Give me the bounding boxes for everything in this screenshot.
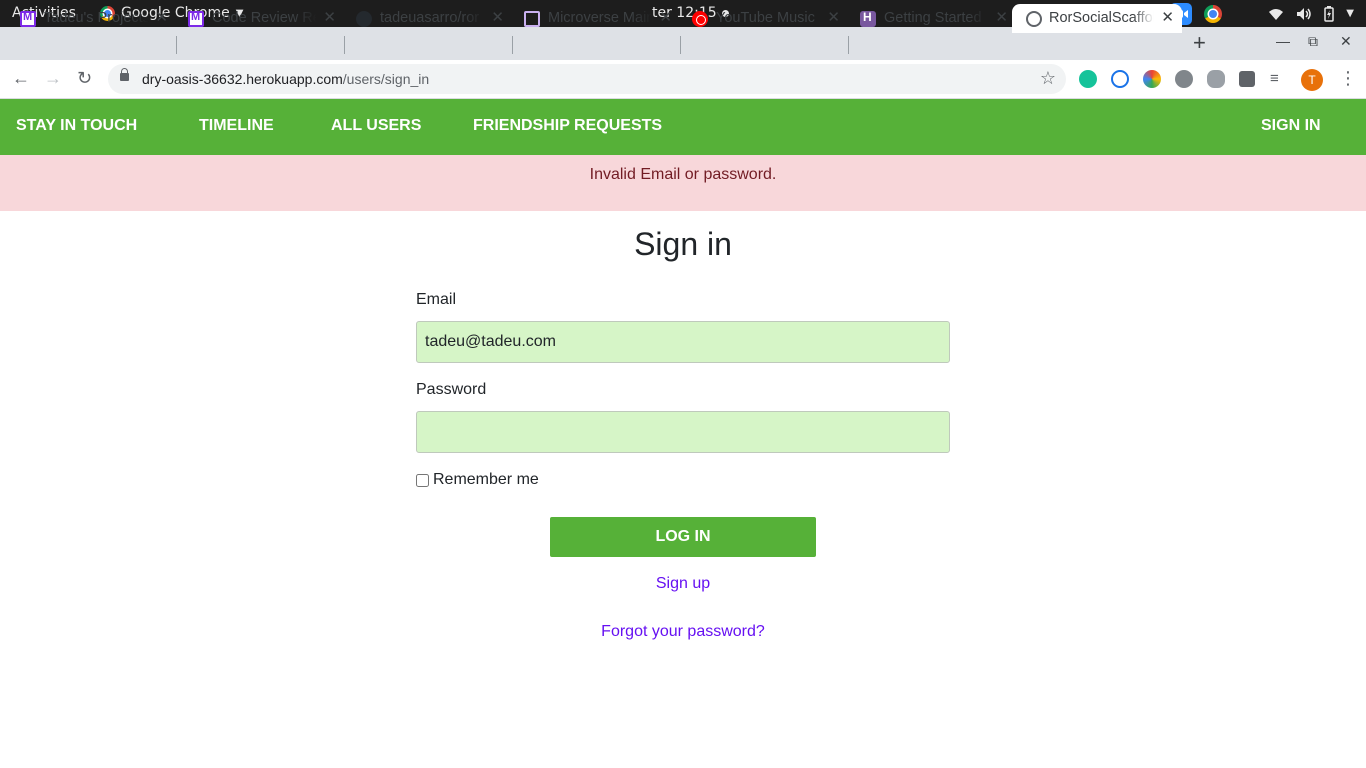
log-in-button[interactable]: LOG IN: [550, 517, 816, 557]
chrome-menu-icon[interactable]: ⋮: [1339, 68, 1357, 89]
tab-github[interactable]: tadeuasarro/ror ✕: [336, 4, 512, 33]
tab-getting-started[interactable]: Getting Started ✕: [840, 4, 1016, 33]
password-label: Password: [416, 381, 487, 398]
tab-title: Tadeu's Projects: [44, 10, 149, 26]
bookmark-star-icon[interactable]: ☆: [1040, 68, 1056, 89]
window-close-icon[interactable]: ✕: [1340, 33, 1352, 50]
browser-toolbar: ← → ↻ dry-oasis-36632.herokuapp.com/user…: [0, 60, 1366, 99]
tab-separator: [512, 36, 513, 54]
tab-title: tadeuasarro/ror: [380, 10, 480, 26]
tab-title: Getting Started: [884, 10, 982, 26]
close-icon[interactable]: ✕: [995, 8, 1008, 26]
power-menu-chevron-icon[interactable]: ▼: [1346, 8, 1354, 19]
url-text[interactable]: dry-oasis-36632.herokuapp.com/users/sign…: [142, 71, 429, 87]
url-host: dry-oasis-36632.herokuapp.com: [142, 71, 343, 87]
color-picker-icon[interactable]: [1143, 70, 1161, 88]
password-field[interactable]: [416, 411, 950, 453]
volume-icon[interactable]: [1296, 7, 1312, 21]
settings-extension-icon[interactable]: [1175, 70, 1193, 88]
close-icon[interactable]: ✕: [827, 8, 840, 26]
brand-link[interactable]: STAY IN TOUCH: [16, 117, 137, 135]
tab-separator: [344, 36, 345, 54]
heroku-icon: [860, 10, 876, 27]
nav-friendship-requests[interactable]: FRIENDSHIP REQUESTS: [473, 117, 662, 135]
extensions-puzzle-icon[interactable]: [1239, 71, 1255, 87]
chrome-tray-icon[interactable]: [1204, 4, 1223, 23]
remember-me-label[interactable]: Remember me: [433, 471, 539, 489]
lock-icon[interactable]: [120, 68, 129, 81]
tab-separator: [680, 36, 681, 54]
email-label: Email: [416, 291, 457, 308]
tab-title: YouTube Music: [716, 10, 815, 26]
wifi-icon[interactable]: [1268, 7, 1284, 21]
remember-me-row: Remember me: [416, 471, 539, 489]
nav-all-users[interactable]: ALL USERS: [331, 117, 421, 135]
tab-youtube-music[interactable]: YouTube Music ✕: [672, 4, 848, 33]
grammarly-icon[interactable]: [1079, 70, 1097, 88]
extension-c-icon[interactable]: [1111, 70, 1129, 88]
microverse-icon: [20, 11, 36, 27]
media-queue-icon[interactable]: ≡: [1270, 70, 1279, 87]
profile-avatar[interactable]: T: [1301, 69, 1323, 91]
close-icon[interactable]: ✕: [1161, 8, 1174, 26]
tab-ror-social-scaffold[interactable]: RorSocialScaffold ✕: [1012, 4, 1182, 33]
forward-arrow-icon[interactable]: →: [44, 68, 62, 89]
tab-title: Code Review Request: [212, 10, 317, 26]
url-path: /users/sign_in: [342, 71, 430, 87]
email-field[interactable]: [416, 321, 950, 363]
tab-title: Microverse Main: [548, 10, 653, 26]
nav-timeline[interactable]: TIMELINE: [199, 117, 274, 135]
nav-sign-in[interactable]: SIGN IN: [1261, 117, 1321, 135]
sign-up-link[interactable]: Sign up: [0, 575, 1366, 593]
address-bar[interactable]: dry-oasis-36632.herokuapp.com/users/sign…: [108, 64, 1066, 94]
microverse-icon: [188, 11, 204, 27]
close-icon[interactable]: ✕: [659, 8, 672, 26]
restore-icon[interactable]: ⧉: [1308, 33, 1318, 50]
back-arrow-icon[interactable]: ←: [12, 68, 30, 89]
microverse-icon: [524, 11, 540, 27]
tab-separator: [176, 36, 177, 54]
tab-code-review[interactable]: Code Review Request ✕: [168, 4, 344, 33]
bug-icon[interactable]: [1207, 70, 1225, 88]
close-icon[interactable]: ✕: [323, 8, 336, 26]
remember-me-checkbox[interactable]: [416, 473, 429, 487]
system-tray: ▼: [1170, 2, 1354, 25]
tab-microverse-main[interactable]: Microverse Main ✕: [504, 4, 680, 33]
reload-icon[interactable]: ↻: [77, 68, 92, 89]
app-navbar: STAY IN TOUCH TIMELINE ALL USERS FRIENDS…: [0, 99, 1366, 155]
globe-icon: [1026, 11, 1042, 27]
tab-tadeus-projects[interactable]: Tadeu's Projects ✕: [0, 4, 176, 33]
youtube-music-icon: [692, 11, 708, 27]
tab-separator: [848, 36, 849, 54]
error-alert: Invalid Email or password.: [0, 155, 1366, 211]
minimize-icon[interactable]: —: [1276, 33, 1290, 49]
page-title: Sign in: [634, 226, 732, 262]
battery-icon[interactable]: [1324, 5, 1335, 22]
close-icon[interactable]: ✕: [491, 8, 504, 26]
github-icon: [356, 11, 372, 27]
new-tab-plus-icon[interactable]: +: [1193, 30, 1206, 56]
tab-title: RorSocialScaffold: [1049, 10, 1154, 26]
forgot-password-link[interactable]: Forgot your password?: [0, 623, 1366, 641]
close-icon[interactable]: ✕: [155, 8, 168, 26]
